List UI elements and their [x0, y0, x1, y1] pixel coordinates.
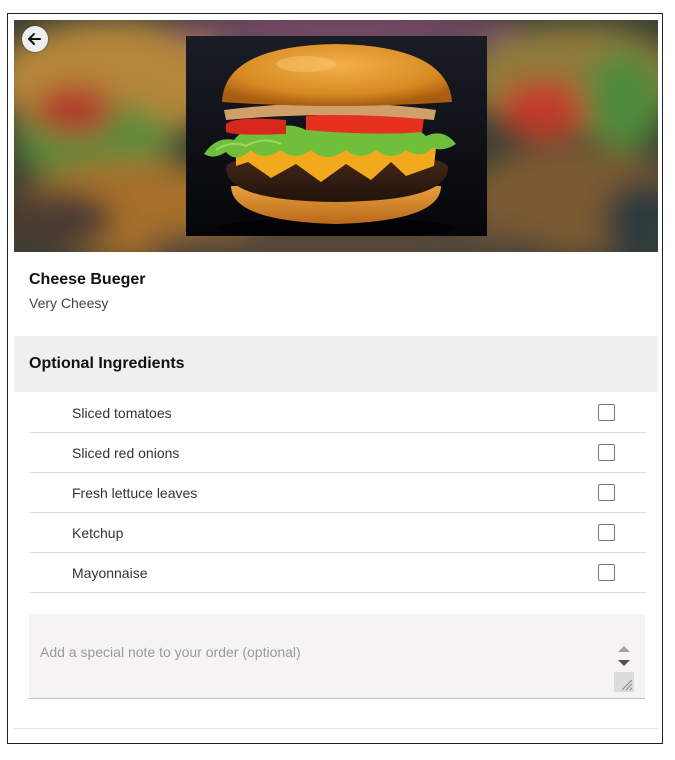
ingredient-checkbox[interactable] [598, 524, 615, 541]
resize-handle-icon [621, 679, 633, 691]
ingredient-row-fresh-lettuce-leaves[interactable]: Fresh lettuce leaves [29, 473, 646, 513]
special-note-input[interactable] [29, 614, 609, 698]
ingredient-checkbox[interactable] [598, 404, 615, 421]
ingredient-label: Sliced tomatoes [72, 404, 172, 421]
scroll-down-icon[interactable] [618, 660, 630, 666]
ingredient-row-ketchup[interactable]: Ketchup [29, 513, 646, 553]
burger-illustration [186, 36, 487, 236]
bottom-divider [14, 728, 658, 729]
product-name: Cheese Bueger [29, 271, 146, 288]
scroll-up-icon[interactable] [618, 646, 630, 652]
special-note-field [29, 614, 645, 699]
hero-banner [14, 20, 658, 252]
optional-ingredients-header: Optional Ingredients [14, 336, 658, 392]
resize-grip-icon[interactable] [614, 672, 634, 692]
ingredient-label: Mayonnaise [72, 564, 148, 581]
product-detail-panel: Cheese Bueger Very Cheesy Optional Ingre… [7, 13, 663, 744]
arrow-left-icon [28, 33, 41, 45]
ingredient-list: Sliced tomatoes Sliced red onions Fresh … [29, 393, 646, 593]
back-button[interactable] [22, 26, 48, 52]
ingredient-checkbox[interactable] [598, 444, 615, 461]
ingredient-row-sliced-red-onions[interactable]: Sliced red onions [29, 433, 646, 473]
burger-photo [186, 36, 487, 236]
ingredient-label: Fresh lettuce leaves [72, 484, 198, 501]
ingredient-row-mayonnaise[interactable]: Mayonnaise [29, 553, 646, 593]
section-title: Optional Ingredients [29, 355, 185, 372]
ingredient-label: Sliced red onions [72, 444, 180, 461]
product-description: Very Cheesy [29, 295, 109, 311]
product-info: Cheese Bueger Very Cheesy [29, 271, 146, 311]
ingredient-checkbox[interactable] [598, 484, 615, 501]
ingredient-checkbox[interactable] [598, 564, 615, 581]
ingredient-row-sliced-tomatoes[interactable]: Sliced tomatoes [29, 393, 646, 433]
ingredient-label: Ketchup [72, 524, 124, 541]
note-scrollbar[interactable] [613, 642, 635, 694]
